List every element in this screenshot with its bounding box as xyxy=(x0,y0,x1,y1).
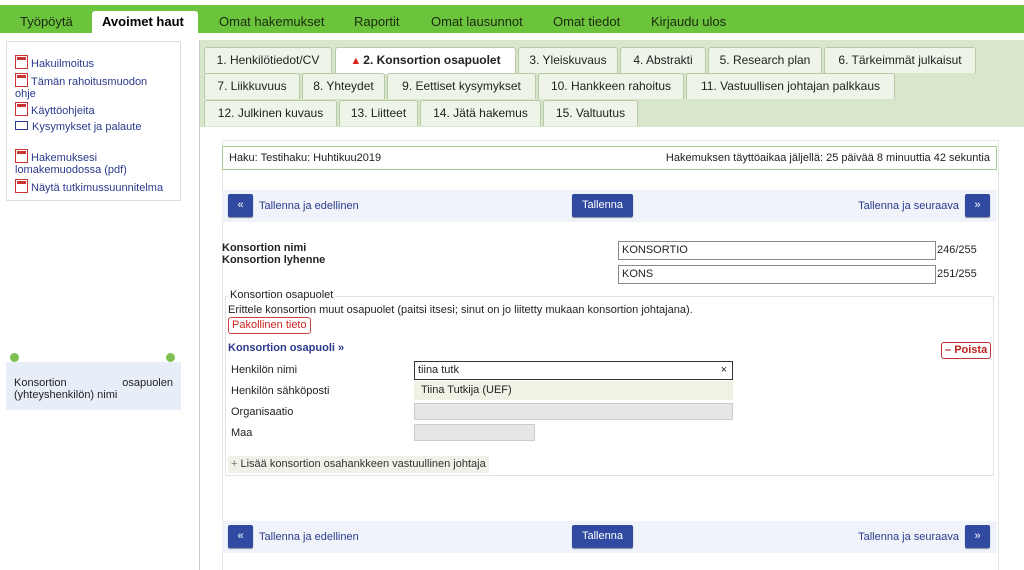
organisation-input[interactable] xyxy=(414,403,733,420)
tab-2[interactable]: ▲ 2. Konsortion osapuolet xyxy=(335,47,516,74)
prev-button[interactable]: « xyxy=(228,525,253,548)
save-button[interactable]: Tallenna xyxy=(572,525,633,548)
consortium-abbr-input[interactable]: KONS xyxy=(618,265,936,284)
action-bar-bottom: « Tallenna ja edellinen Tallenna Tallenn… xyxy=(222,521,997,553)
nav-tyopoyta[interactable]: Työpöytä xyxy=(10,11,83,33)
tab-7[interactable]: 7. Liikkuvuus xyxy=(204,73,300,99)
nav-omat-hakemukset[interactable]: Omat hakemukset xyxy=(209,11,335,33)
nav-omat-tiedot[interactable]: Omat tiedot xyxy=(543,11,630,33)
country-input[interactable] xyxy=(414,424,535,441)
parties-legend: Konsortion osapuolet xyxy=(228,289,336,301)
tab-4[interactable]: 4. Abstrakti xyxy=(620,47,706,73)
organisation-label: Organisaatio xyxy=(231,406,294,418)
remove-label: Poista xyxy=(954,344,988,356)
add-leader-label: Lisää konsortion osahankkeen vastuulline… xyxy=(240,458,486,470)
next-button[interactable]: » xyxy=(965,194,990,217)
country-label: Maa xyxy=(231,427,253,439)
abbr-char-count: 251/255 xyxy=(937,268,977,280)
required-badge: Pakollinen tieto xyxy=(228,317,311,334)
call-info: Haku: Testihaku: Huhtikuu2019 Hakemuksen… xyxy=(222,146,997,170)
pdf-icon xyxy=(15,149,28,163)
parties-description: Erittele konsortion muut osapuolet (pait… xyxy=(228,304,693,316)
save-prev-link[interactable]: Tallenna ja edellinen xyxy=(259,531,359,543)
link-label: Tämän rahoitusmuodon ohje xyxy=(15,76,148,100)
link-label: Hakemuksesi lomakemuodossa (pdf) xyxy=(15,152,127,176)
warning-icon: ▲ xyxy=(350,55,362,67)
person-name-value: tiina tutk xyxy=(418,364,459,376)
call-name: Haku: Testihaku: Huhtikuu2019 xyxy=(229,152,382,164)
save-button[interactable]: Tallenna xyxy=(572,194,633,217)
action-bar-top: « Tallenna ja edellinen Tallenna Tallenn… xyxy=(222,190,997,222)
help-note-text: Konsortion osapuolen (yhteyshenkilön) ni… xyxy=(14,377,173,401)
pdf-icon xyxy=(15,179,28,193)
pdf-icon xyxy=(15,102,28,116)
tab-11[interactable]: 11. Vastuullisen johtajan palkkaus xyxy=(686,73,895,99)
consortium-name-label: Konsortion nimi xyxy=(222,242,307,254)
tab-10[interactable]: 10. Hankkeen rahoitus xyxy=(538,73,684,99)
person-name-label: Henkilön nimi xyxy=(231,364,298,376)
sidebar-link-hakuilmoitus[interactable]: Hakuilmoitus xyxy=(15,55,94,70)
pin-icon xyxy=(10,353,19,362)
party-title[interactable]: Konsortion osapuoli » xyxy=(228,342,344,354)
person-name-input[interactable]: tiina tutk × xyxy=(414,361,733,380)
prev-button[interactable]: « xyxy=(228,194,253,217)
add-leader-link[interactable]: + Lisää konsortion osahankkeen vastuulli… xyxy=(228,456,489,473)
time-left: Hakemuksen täyttöaikaa jäljellä: 25 päiv… xyxy=(665,152,990,164)
nav-kirjaudu-ulos[interactable]: Kirjaudu ulos xyxy=(641,11,736,33)
next-button[interactable]: » xyxy=(965,525,990,548)
sidebar-links: Hakuilmoitus Tämän rahoitusmuodon ohje K… xyxy=(6,41,181,201)
sidebar-link-tutkimussuunnitelma[interactable]: Näytä tutkimussuunnitelma xyxy=(15,179,163,194)
tab-1[interactable]: 1. Henkilötiedot/CV xyxy=(204,47,332,73)
save-prev-link[interactable]: Tallenna ja edellinen xyxy=(259,200,359,212)
pdf-icon xyxy=(15,55,28,69)
tab-13[interactable]: 13. Liitteet xyxy=(339,100,418,126)
person-email-label: Henkilön sähköposti xyxy=(231,385,330,397)
link-label: Näytä tutkimussuunnitelma xyxy=(31,182,164,194)
nav-avoimet-haut[interactable]: Avoimet haut xyxy=(92,11,198,33)
consortium-abbr-label: Konsortion lyhenne xyxy=(222,254,326,266)
minus-icon: – xyxy=(945,344,955,356)
top-navigation: Työpöytä Avoimet haut Omat hakemukset Ra… xyxy=(0,5,1024,33)
save-next-link[interactable]: Tallenna ja seuraava xyxy=(858,200,959,212)
nav-omat-lausunnot[interactable]: Omat lausunnot xyxy=(421,11,533,33)
clear-icon[interactable]: × xyxy=(721,362,727,379)
tab-15[interactable]: 15. Valtuutus xyxy=(543,100,638,126)
nav-raportit[interactable]: Raportit xyxy=(344,11,410,33)
pin-icon xyxy=(166,353,175,362)
tab-3[interactable]: 3. Yleiskuvaus xyxy=(518,47,618,73)
save-next-link[interactable]: Tallenna ja seuraava xyxy=(858,531,959,543)
mail-icon xyxy=(15,121,28,130)
consortium-name-input[interactable]: KONSORTIO xyxy=(618,241,936,260)
sidebar-link-kayttoohjeita[interactable]: Käyttöohjeita xyxy=(15,102,95,117)
autocomplete-suggestion[interactable]: Tiina Tutkija (UEF) xyxy=(414,381,733,400)
sidebar-link-ohje[interactable]: Tämän rahoitusmuodon ohje xyxy=(15,73,165,100)
sidebar-link-kysymykset[interactable]: Kysymykset ja palaute xyxy=(15,121,141,133)
tab-8[interactable]: 8. Yhteydet xyxy=(302,73,385,99)
name-char-count: 246/255 xyxy=(937,244,977,256)
link-label: Hakuilmoitus xyxy=(31,58,94,70)
remove-button[interactable]: – Poista xyxy=(941,342,991,359)
tab-14[interactable]: 14. Jätä hakemus xyxy=(420,100,541,126)
help-note: Konsortion osapuolen (yhteyshenkilön) ni… xyxy=(6,362,181,410)
sidebar-link-pdf[interactable]: Hakemuksesi lomakemuodossa (pdf) xyxy=(15,149,155,176)
tab-6[interactable]: 6. Tärkeimmät julkaisut xyxy=(824,47,976,73)
tab-12[interactable]: 12. Julkinen kuvaus xyxy=(204,100,337,126)
link-label: Kysymykset ja palaute xyxy=(32,121,142,133)
link-label: Käyttöohjeita xyxy=(31,105,95,117)
pdf-icon xyxy=(15,73,28,87)
tab-label: 2. Konsortion osapuolet xyxy=(363,53,501,67)
tab-9[interactable]: 9. Eettiset kysymykset xyxy=(387,73,536,99)
tab-5[interactable]: 5. Research plan xyxy=(708,47,822,73)
